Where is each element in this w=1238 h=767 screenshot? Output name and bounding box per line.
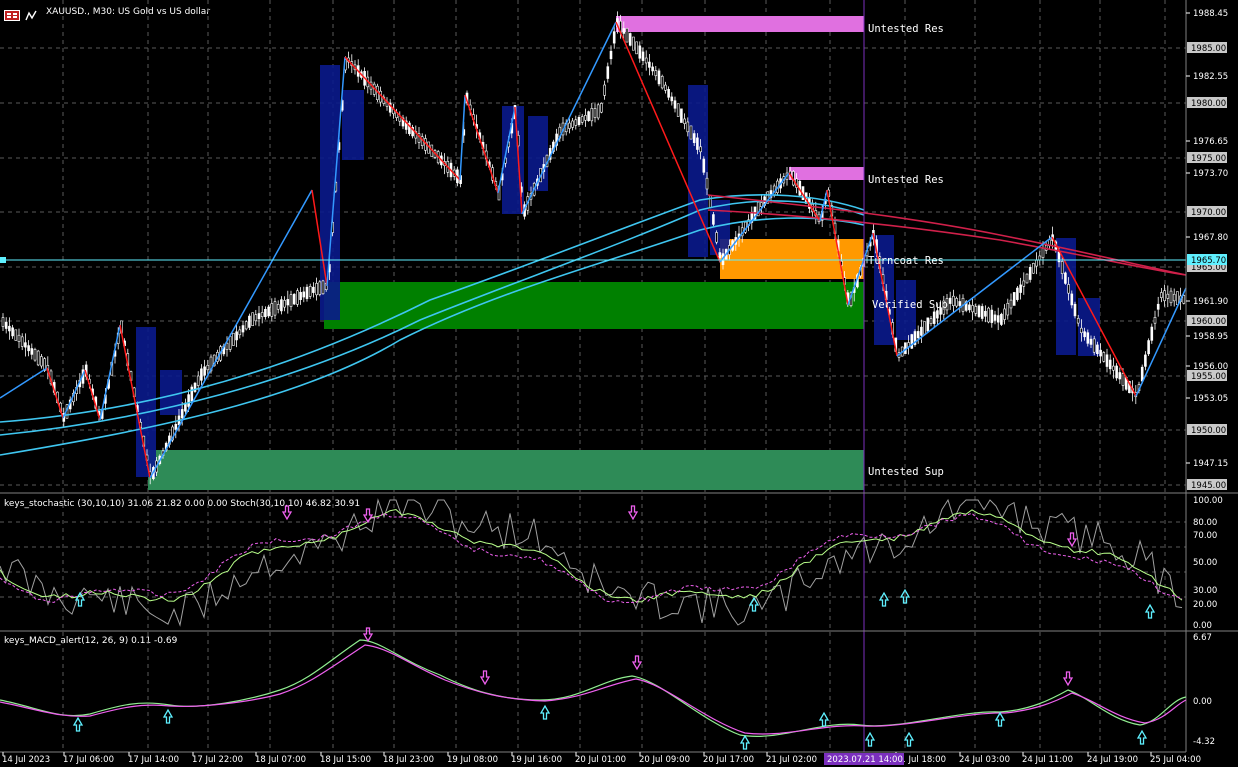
- time-axis: 14 Jul 2023 17 Jul 06:00 17 Jul 14:00 17 Ju…: [2, 752, 1201, 765]
- time-tick-label: 17 Jul 22:00: [192, 755, 243, 765]
- macd-arrows: [72, 627, 1148, 750]
- time-tick-label: 20 Jul 17:00: [703, 755, 754, 765]
- stoch-level-label: 80.00: [1193, 518, 1217, 528]
- macd-level-label: 6.67: [1193, 633, 1212, 643]
- price-tick-label: 1973.70: [1193, 169, 1228, 179]
- untested-res-label-1: Untested Res: [868, 23, 944, 35]
- price-tick-label: 1988.45: [1193, 9, 1228, 19]
- verified-sup-label: Verified Sup: [872, 299, 948, 311]
- price-level-label: 1985.00: [1191, 44, 1226, 54]
- price-tick-label: 1967.80: [1193, 233, 1228, 243]
- time-tick-label: 19 Jul 16:00: [511, 755, 562, 765]
- stochastic-arrows: [74, 505, 1156, 619]
- turncoat-res-label: Turncoat Res: [868, 255, 944, 267]
- untested-resistance-zone-top: [616, 16, 864, 32]
- price-tick-label: 1976.65: [1193, 137, 1228, 147]
- price-level-label: 1960.00: [1191, 317, 1226, 327]
- time-tick-label: 17 Jul 14:00: [128, 755, 179, 765]
- untested-res-label-2: Untested Res: [868, 174, 944, 186]
- session-boxes: [136, 65, 1100, 477]
- price-axis: 1988.45 1982.55 1976.65 1973.70 1967.80 1961.…: [1186, 9, 1228, 747]
- untested-resistance-zone-mid: [789, 167, 864, 180]
- stochastic-lines: [0, 498, 1183, 627]
- price-tick-label: 1982.55: [1193, 72, 1228, 82]
- verified-support-zone: [324, 282, 864, 329]
- price-level-label: 1970.00: [1191, 208, 1226, 218]
- time-tick-label: 17 Jul 06:00: [63, 755, 114, 765]
- time-tick-label: 21 Jul 02:00: [766, 755, 817, 765]
- price-level-label: 1955.00: [1191, 372, 1226, 382]
- time-tick-label: 24 Jul 11:00: [1022, 755, 1073, 765]
- current-price-label: 1965.70: [1191, 256, 1226, 266]
- time-tick-label: 20 Jul 09:00: [639, 755, 690, 765]
- stoch-level-label: 30.00: [1193, 586, 1217, 596]
- stoch-level-label: 0.00: [1193, 621, 1212, 631]
- time-tick-label: 24 Jul 03:00: [959, 755, 1010, 765]
- price-level-label: 1980.00: [1191, 99, 1226, 109]
- price-level-label: 1945.00: [1191, 481, 1226, 491]
- time-tick-label: 14 Jul 2023: [2, 755, 50, 765]
- time-tick-label: 18 Jul 15:00: [320, 755, 371, 765]
- untested-support-zone: [148, 450, 864, 490]
- stoch-level-label: 20.00: [1193, 600, 1217, 610]
- macd-lines: [0, 639, 1187, 737]
- macd-level-label: -4.32: [1193, 737, 1215, 747]
- price-level-label: 1950.00: [1191, 426, 1226, 436]
- stoch-level-label: 70.00: [1193, 531, 1217, 541]
- stoch-level-label: 50.00: [1193, 558, 1217, 568]
- crosshair-time-label: 2023.07.21 14:00: [827, 755, 903, 765]
- untested-sup-label: Untested Sup: [868, 466, 944, 478]
- price-tick-label: 1958.95: [1193, 332, 1228, 342]
- macd-level-label: 0.00: [1193, 697, 1212, 707]
- price-tick-label: 1953.05: [1193, 394, 1228, 404]
- price-tick-label: 1961.90: [1193, 297, 1228, 307]
- stoch-level-label: 100.00: [1193, 496, 1223, 506]
- price-level-label: 1975.00: [1191, 154, 1226, 164]
- time-tick-label: 19 Jul 08:00: [447, 755, 498, 765]
- price-tick-label: 1947.15: [1193, 459, 1228, 469]
- time-tick-label: 18 Jul 23:00: [383, 755, 434, 765]
- chart-canvas[interactable]: Untested Res Untested Res Turncoat Res V…: [0, 0, 1238, 767]
- time-tick-label: 20 Jul 01:00: [575, 755, 626, 765]
- time-tick-label: 24 Jul 19:00: [1087, 755, 1138, 765]
- current-price-marker[interactable]: [0, 257, 6, 263]
- time-tick-label: 18 Jul 07:00: [255, 755, 306, 765]
- time-tick-label: 25 Jul 04:00: [1150, 755, 1201, 765]
